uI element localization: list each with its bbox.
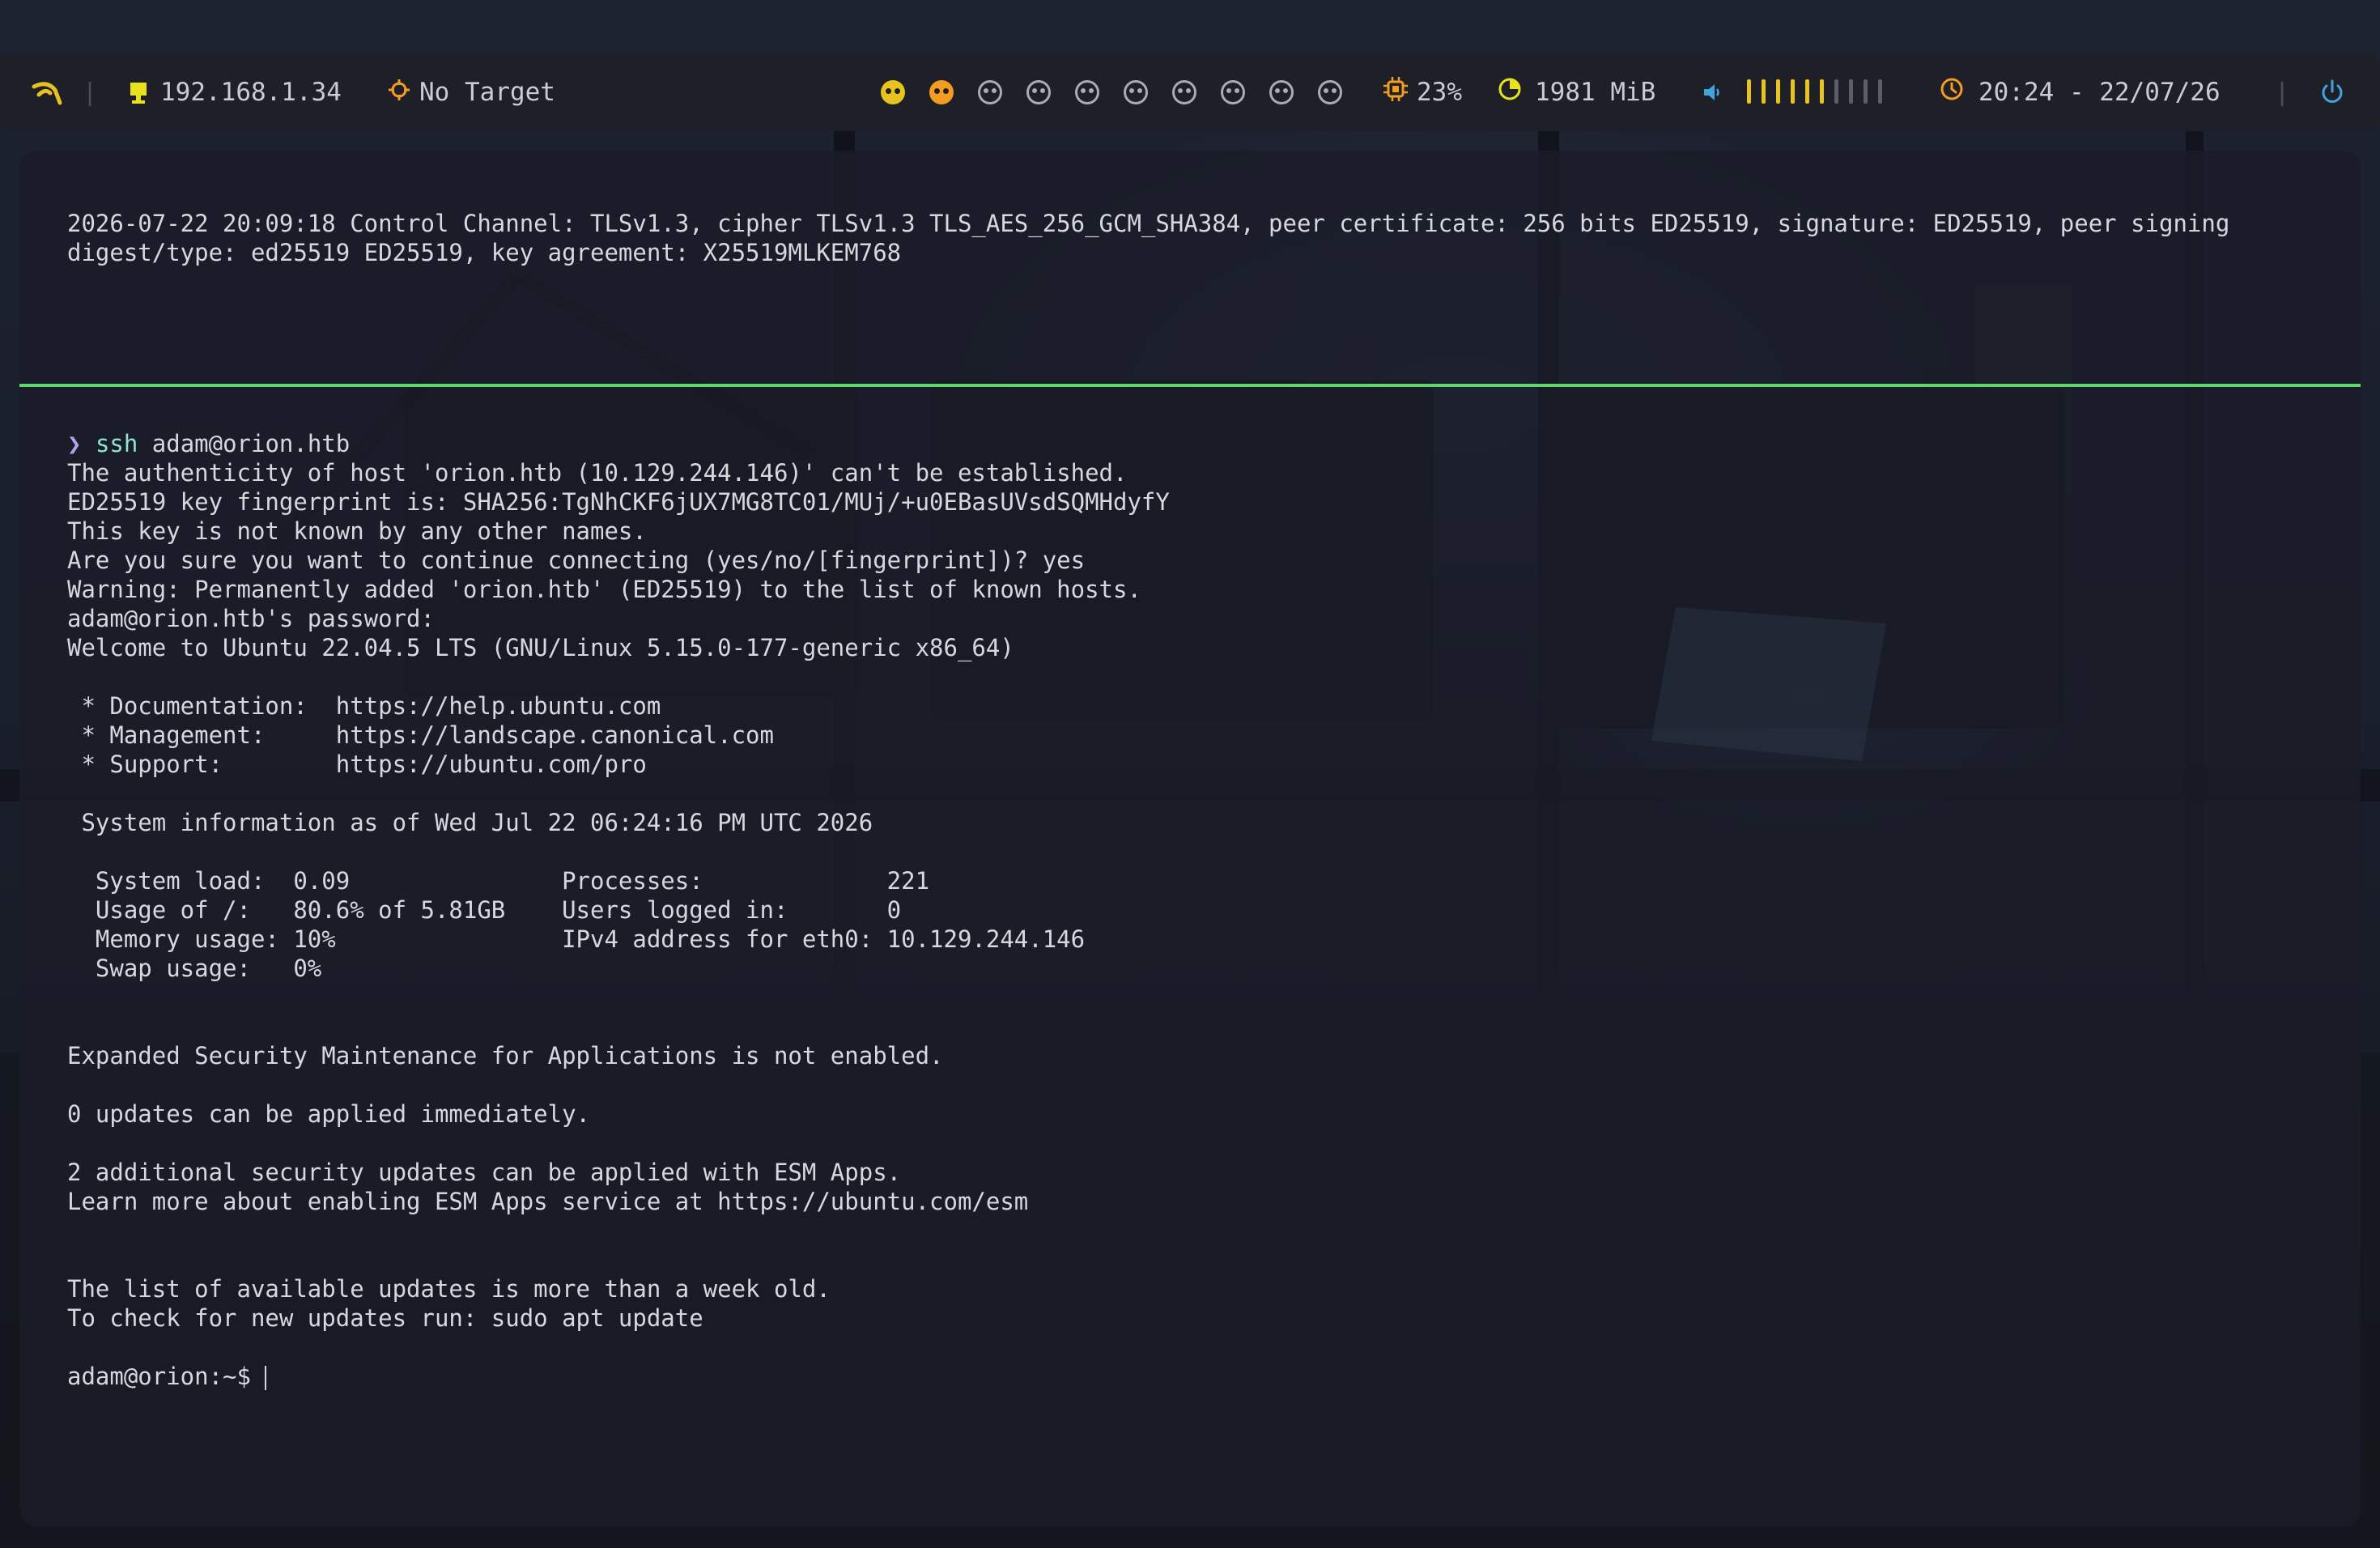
shell-prompt: adam@orion:~$ xyxy=(67,1363,267,1390)
terminal-output-line: To check for new updates run: sudo apt u… xyxy=(67,1304,703,1332)
memory-pie-icon xyxy=(1498,77,1522,108)
status-bar: | 192.168.1.34 No Target 23% 1981 MiB 20… xyxy=(0,53,2380,131)
workspace-skull-icon[interactable] xyxy=(1269,80,1294,104)
terminal-output-line: * Support: https://ubuntu.com/pro xyxy=(67,751,647,778)
terminal-output-line: Welcome to Ubuntu 22.04.5 LTS (GNU/Linux… xyxy=(67,634,1014,661)
volume-level-tick xyxy=(1762,79,1766,104)
terminal-output-line: Swap usage: 0% xyxy=(67,955,322,982)
cpu-icon xyxy=(1383,76,1409,108)
volume-slider[interactable] xyxy=(1747,53,1909,131)
cpu-text: 23% xyxy=(1417,78,1462,107)
speaker-icon[interactable] xyxy=(1702,53,1723,131)
volume-level-tick xyxy=(1849,79,1853,104)
volume-level-tick xyxy=(1791,79,1795,104)
clock-widget: 20:24 - 22/07/26 xyxy=(1940,53,2221,131)
memory-widget: 1981 MiB xyxy=(1498,53,1655,131)
workspace-skull-icon[interactable] xyxy=(1318,80,1342,104)
volume-level-tick xyxy=(1747,79,1751,104)
workspace-skull-icon[interactable] xyxy=(1124,80,1148,104)
command-name: ssh xyxy=(95,430,138,457)
command-args: adam@orion.htb xyxy=(138,430,351,457)
command-line: ❯ ssh adam@orion.htb xyxy=(67,429,350,458)
terminal-output-line: The authenticity of host 'orion.htb (10.… xyxy=(67,459,1128,487)
terminal-output-line: 2026-07-22 20:09:18 Control Channel: TLS… xyxy=(67,210,2230,237)
terminal-output-line: Warning: Permanently added 'orion.htb' (… xyxy=(67,576,1141,603)
workspace-skull-icon[interactable] xyxy=(881,80,905,104)
volume-level-tick xyxy=(1820,79,1824,104)
target-widget[interactable]: No Target xyxy=(389,53,555,131)
terminal-output-line: The list of available updates is more th… xyxy=(67,1275,831,1303)
bar-separator: | xyxy=(83,78,98,107)
clock-icon xyxy=(1940,77,1964,108)
volume-level-tick xyxy=(1864,79,1868,104)
memory-text: 1981 MiB xyxy=(1535,78,1656,107)
terminal-output-line: Learn more about enabling ESM Apps servi… xyxy=(67,1188,1029,1215)
volume-level-tick xyxy=(1834,79,1838,104)
terminal-output-line: digest/type: ed25519 ED25519, key agreem… xyxy=(67,239,902,266)
workspace-skull-icon[interactable] xyxy=(978,80,1002,104)
volume-level-tick xyxy=(1878,79,1882,104)
terminal-output-line: Usage of /: 80.6% of 5.81GB Users logged… xyxy=(67,896,902,924)
terminal-output-line: System load: 0.09 Processes: 221 xyxy=(67,867,930,895)
cpu-widget: 23% xyxy=(1383,53,1462,131)
terminal-output-line: 0 updates can be applied immediately. xyxy=(67,1100,591,1128)
terminal-output-line: 2 additional security updates can be app… xyxy=(67,1159,902,1186)
prompt-symbol: ❯ xyxy=(67,430,82,457)
terminal-window[interactable]: 2026-07-22 20:09:18 Control Channel: TLS… xyxy=(19,151,2361,1527)
workspace-skull-icon[interactable] xyxy=(1221,80,1245,104)
power-icon[interactable] xyxy=(2320,53,2344,131)
volume-level-tick xyxy=(1776,79,1780,104)
crosshair-icon xyxy=(389,78,410,107)
workspace-skull-icon[interactable] xyxy=(1026,80,1051,104)
volume-level-tick xyxy=(1805,79,1809,104)
workspace-skull-icon[interactable] xyxy=(1075,80,1099,104)
terminal-output-line: * Management: https://landscape.canonica… xyxy=(67,721,774,749)
hacker-logo-icon[interactable] xyxy=(31,53,63,131)
pane-divider[interactable] xyxy=(19,384,2361,387)
terminal-output-line: * Documentation: https://help.ubuntu.com xyxy=(67,692,661,720)
terminal-output-line: System information as of Wed Jul 22 06:2… xyxy=(67,809,873,836)
workspace-skull-icon[interactable] xyxy=(1172,80,1196,104)
ip-address-text: 192.168.1.34 xyxy=(160,78,342,107)
workspace-skull-icon[interactable] xyxy=(929,80,954,104)
bar-separator: | xyxy=(2275,78,2290,107)
terminal-output-line: Expanded Security Maintenance for Applic… xyxy=(67,1042,944,1070)
target-text: No Target xyxy=(419,78,555,107)
ip-address-widget: 192.168.1.34 xyxy=(130,53,342,131)
datetime-text: 20:24 - 22/07/26 xyxy=(1978,78,2221,107)
monitor-icon xyxy=(130,82,147,104)
terminal-output-line: Are you sure you want to continue connec… xyxy=(67,546,1086,574)
terminal-output-line: adam@orion.htb's password: xyxy=(67,605,435,632)
terminal-output-line: This key is not known by any other names… xyxy=(67,517,647,545)
text-cursor xyxy=(265,1366,267,1390)
terminal-output-line: ED25519 key fingerprint is: SHA256:TgNhC… xyxy=(67,488,1170,516)
terminal-output-line: Memory usage: 10% IPv4 address for eth0:… xyxy=(67,925,1086,953)
